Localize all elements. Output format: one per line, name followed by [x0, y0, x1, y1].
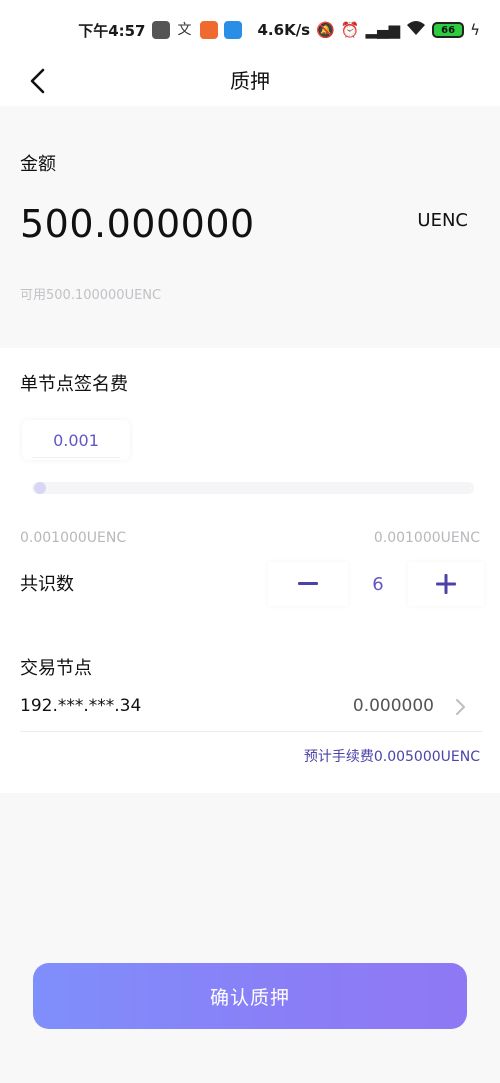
network-speed: 4.6K/s	[257, 21, 311, 39]
alarm-icon: ⏰	[340, 21, 360, 39]
node-amount: 0.000000	[352, 696, 434, 716]
app-notification-icon	[151, 21, 170, 39]
plus-icon	[436, 574, 456, 594]
node-list-item[interactable]: 192.***.***.34 0.000000	[20, 686, 482, 732]
fee-max-label: 0.001000UENC	[373, 530, 480, 546]
amount-input[interactable]: 500.000000	[20, 202, 255, 246]
estimated-fee: 预计手续费0.005000UENC	[303, 749, 480, 765]
title-bar: 质押	[0, 58, 500, 106]
charging-icon: ϟ	[470, 21, 480, 39]
consensus-value[interactable]: 6	[352, 562, 404, 606]
amount-label: 金额	[20, 154, 56, 175]
consensus-increment-button[interactable]	[408, 562, 484, 606]
status-bar: 下午4:57 文 4.6K/s 🔕 ⏰ ▂▄▆ 66 ϟ	[0, 0, 500, 58]
signature-fee-label: 单节点签名费	[20, 374, 128, 395]
minus-icon	[298, 582, 318, 585]
chevron-right-icon	[456, 699, 465, 715]
app-notification-icon-blue	[223, 21, 242, 39]
consensus-decrement-button[interactable]	[268, 562, 348, 606]
confirm-stake-button[interactable]: 确认质押	[33, 963, 467, 1029]
signature-fee-input[interactable]: 0.001	[22, 420, 130, 460]
consensus-label: 共识数	[20, 574, 74, 595]
signal-icon: ▂▄▆	[365, 21, 401, 39]
settings-card: 单节点签名费 0.001 0.001000UENC 0.001000UENC 共…	[0, 348, 500, 793]
fee-slider-thumb[interactable]	[34, 482, 46, 494]
translate-notification-icon: 文	[177, 22, 192, 38]
available-balance: 可用500.100000UENC	[20, 288, 162, 303]
wifi-icon	[406, 20, 426, 40]
amount-section: 金额 500.000000 UENC 可用500.100000UENC	[0, 106, 500, 346]
fee-min-label: 0.001000UENC	[20, 530, 127, 546]
battery-icon: 66	[432, 22, 465, 38]
amount-unit: UENC	[417, 210, 468, 231]
app-notification-icon-orange	[199, 21, 218, 39]
mute-icon: 🔕	[316, 21, 335, 39]
fee-slider-track[interactable]	[32, 482, 474, 494]
page-title: 质押	[230, 69, 270, 93]
node-ip: 192.***.***.34	[20, 696, 142, 716]
transaction-nodes-label: 交易节点	[20, 658, 92, 679]
status-time: 下午4:57	[78, 21, 146, 40]
